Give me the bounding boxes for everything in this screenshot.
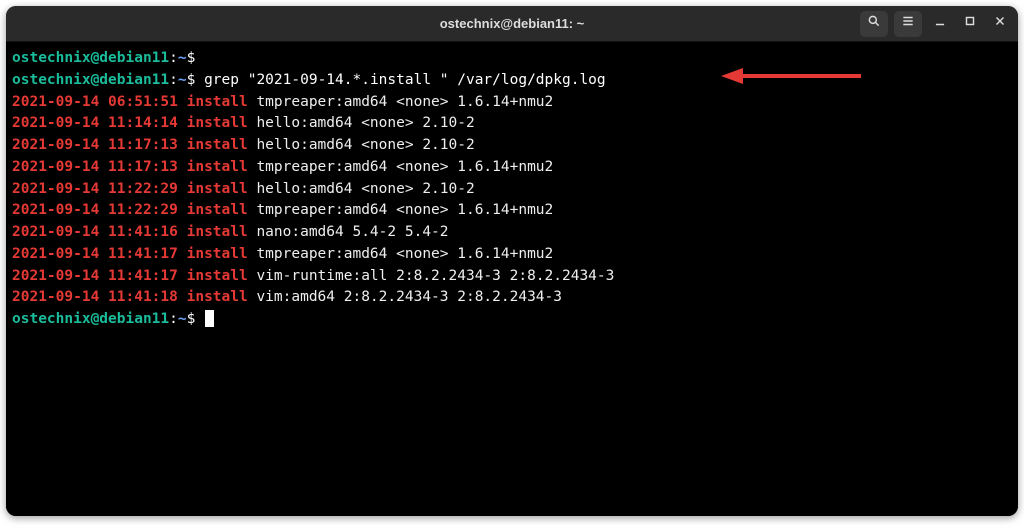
log-package: nano:amd64 5.4-2 5.4-2 xyxy=(248,224,449,240)
output-line: 2021-09-14 11:17:13 install hello:amd64 … xyxy=(12,135,1012,157)
prompt-user: ostechnix@debian11 xyxy=(12,50,169,66)
prompt-path: ~ xyxy=(178,50,187,66)
log-action: install xyxy=(187,289,248,305)
log-package: hello:amd64 <none> 2.10-2 xyxy=(248,115,475,131)
search-button[interactable] xyxy=(860,11,888,37)
output-line: 2021-09-14 11:14:14 install hello:amd64 … xyxy=(12,113,1012,135)
log-action: install xyxy=(187,268,248,284)
titlebar-controls xyxy=(860,11,1012,37)
log-datetime: 2021-09-14 11:22:29 xyxy=(12,202,187,218)
active-prompt-line: ostechnix@debian11:~$ xyxy=(12,309,1012,331)
prompt-symbol: $ xyxy=(187,72,204,88)
log-action: install xyxy=(187,202,248,218)
log-datetime: 2021-09-14 11:41:16 xyxy=(12,224,187,240)
prompt-user: ostechnix@debian11 xyxy=(12,72,169,88)
log-action: install xyxy=(187,159,248,175)
log-package: vim-runtime:all 2:8.2.2434-3 2:8.2.2434-… xyxy=(248,268,615,284)
close-icon xyxy=(993,14,1007,33)
hamburger-icon xyxy=(901,14,915,33)
terminal-window: ostechnix@debian11: ~ xyxy=(6,6,1018,516)
output-line: 2021-09-14 06:51:51 install tmpreaper:am… xyxy=(12,92,1012,114)
log-action: install xyxy=(187,94,248,110)
output-line: 2021-09-14 11:41:17 install vim-runtime:… xyxy=(12,266,1012,288)
output-line: 2021-09-14 11:22:29 install tmpreaper:am… xyxy=(12,200,1012,222)
maximize-icon xyxy=(963,14,977,33)
log-datetime: 2021-09-14 11:22:29 xyxy=(12,181,187,197)
prompt-path: ~ xyxy=(178,72,187,88)
prompt-colon: : xyxy=(169,72,178,88)
output-line: 2021-09-14 11:22:29 install hello:amd64 … xyxy=(12,179,1012,201)
prompt-user: ostechnix@debian11 xyxy=(12,311,169,327)
prompt-symbol: $ xyxy=(187,311,204,327)
log-package: hello:amd64 <none> 2.10-2 xyxy=(248,137,475,153)
menu-button[interactable] xyxy=(894,11,922,37)
prompt-path: ~ xyxy=(178,311,187,327)
log-datetime: 2021-09-14 11:41:17 xyxy=(12,246,187,262)
output-line: 2021-09-14 11:41:18 install vim:amd64 2:… xyxy=(12,287,1012,309)
cursor xyxy=(205,310,214,327)
log-package: tmpreaper:amd64 <none> 1.6.14+nmu2 xyxy=(248,246,554,262)
log-package: vim:amd64 2:8.2.2434-3 2:8.2.2434-3 xyxy=(248,289,562,305)
output-line: 2021-09-14 11:41:16 install nano:amd64 5… xyxy=(12,222,1012,244)
output-line: 2021-09-14 11:17:13 install tmpreaper:am… xyxy=(12,157,1012,179)
log-datetime: 2021-09-14 11:41:18 xyxy=(12,289,187,305)
terminal-body[interactable]: ostechnix@debian11:~$ ostechnix@debian11… xyxy=(6,42,1018,516)
minimize-button[interactable] xyxy=(928,11,952,37)
titlebar: ostechnix@debian11: ~ xyxy=(6,6,1018,42)
output-line: 2021-09-14 11:41:17 install tmpreaper:am… xyxy=(12,244,1012,266)
log-datetime: 2021-09-14 06:51:51 xyxy=(12,94,187,110)
log-package: hello:amd64 <none> 2.10-2 xyxy=(248,181,475,197)
prompt-line: ostechnix@debian11:~$ xyxy=(12,48,1012,70)
log-datetime: 2021-09-14 11:17:13 xyxy=(12,137,187,153)
log-action: install xyxy=(187,137,248,153)
prompt-symbol: $ xyxy=(187,50,196,66)
minimize-icon xyxy=(933,14,947,33)
log-package: tmpreaper:amd64 <none> 1.6.14+nmu2 xyxy=(248,94,554,110)
log-datetime: 2021-09-14 11:41:17 xyxy=(12,268,187,284)
log-datetime: 2021-09-14 11:14:14 xyxy=(12,115,187,131)
search-icon xyxy=(867,14,881,33)
prompt-colon: : xyxy=(169,311,178,327)
prompt-colon: : xyxy=(169,50,178,66)
log-package: tmpreaper:amd64 <none> 1.6.14+nmu2 xyxy=(248,159,554,175)
log-datetime: 2021-09-14 11:17:13 xyxy=(12,159,187,175)
command-line: ostechnix@debian11:~$ grep "2021-09-14.*… xyxy=(12,70,1012,92)
log-action: install xyxy=(187,224,248,240)
log-action: install xyxy=(187,115,248,131)
command-text: grep "2021-09-14.*.install " /var/log/dp… xyxy=(204,72,606,88)
log-action: install xyxy=(187,246,248,262)
log-action: install xyxy=(187,181,248,197)
maximize-button[interactable] xyxy=(958,11,982,37)
log-package: tmpreaper:amd64 <none> 1.6.14+nmu2 xyxy=(248,202,554,218)
close-button[interactable] xyxy=(988,11,1012,37)
